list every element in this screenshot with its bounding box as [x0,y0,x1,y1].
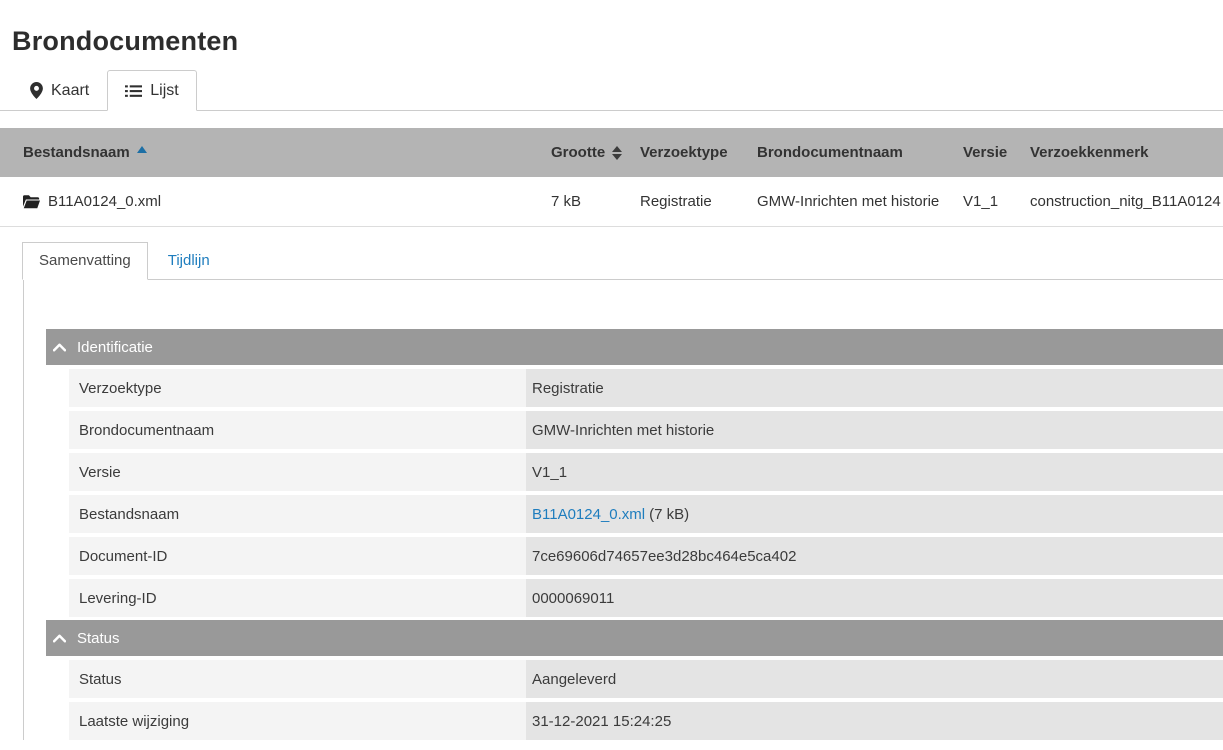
file-link[interactable]: B11A0124_0.xml [532,506,645,523]
tab-samenvatting[interactable]: Samenvatting [22,242,148,280]
cell-bestandsnaam: B11A0124_0.xml [23,193,551,210]
identificatie-rows: Verzoektype Registratie Brondocumentnaam… [69,369,1223,617]
tab-kaart[interactable]: Kaart [12,70,107,110]
chevron-up-icon [53,634,66,643]
detail-row-versie: Versie V1_1 [69,453,1223,491]
list-icon [125,84,142,98]
row-label: Brondocumentnaam [69,411,526,449]
chevron-up-icon [53,343,66,352]
detail-panel: Samenvatting Tijdlijn Identificatie Verz… [23,243,1223,740]
column-label: Bestandsnaam [23,144,130,161]
row-label: Bestandsnaam [69,495,526,533]
row-value: Aangeleverd [526,660,1223,698]
detail-row-laatste-wijziging: Laatste wijziging 31-12-2021 15:24:25 [69,702,1223,740]
section-title: Status [77,630,120,647]
column-header-bestandsnaam[interactable]: Bestandsnaam [23,144,551,161]
cell-text: B11A0124_0.xml [48,193,161,210]
row-label: Status [69,660,526,698]
column-label: Verzoektype [640,144,728,161]
row-label: Verzoektype [69,369,526,407]
column-label: Versie [963,144,1007,161]
column-label: Brondocumentnaam [757,144,903,161]
row-value: 7ce69606d74657ee3d28bc464e5ca402 [526,537,1223,575]
tab-lijst[interactable]: Lijst [107,70,196,111]
status-rows: Status Aangeleverd Laatste wijziging 31-… [69,660,1223,740]
section-header-status[interactable]: Status [46,620,1223,656]
section-title: Identificatie [77,339,153,356]
app-root: Brondocumenten Kaart Lijst Bestandsnaam [0,24,1223,750]
documents-table-header: Bestandsnaam Grootte Verzoektype Brondoc… [0,128,1223,177]
column-header-brondocumentnaam[interactable]: Brondocumentnaam [757,144,963,161]
row-value: Registratie [526,369,1223,407]
row-value: GMW-Inrichten met historie [526,411,1223,449]
document-row[interactable]: B11A0124_0.xml 7 kB Registratie GMW-Inri… [0,177,1223,227]
tab-kaart-label: Kaart [51,80,89,101]
cell-verzoektype: Registratie [640,193,757,210]
detail-tabs: Samenvatting Tijdlijn [23,243,1223,280]
row-label: Document-ID [69,537,526,575]
column-header-grootte[interactable]: Grootte [551,144,640,161]
cell-verzoekkenmerk: construction_nitg_B11A0124 [1030,193,1223,210]
column-header-versie[interactable]: Versie [963,144,1030,161]
row-value: 0000069011 [526,579,1223,617]
detail-row-document-id: Document-ID 7ce69606d74657ee3d28bc464e5c… [69,537,1223,575]
detail-body: Identificatie Verzoektype Registratie Br… [23,280,1223,740]
column-header-verzoektype[interactable]: Verzoektype [640,144,757,161]
tab-tijdlijn[interactable]: Tijdlijn [148,243,230,279]
row-value: 31-12-2021 15:24:25 [526,702,1223,740]
row-value: B11A0124_0.xml (7 kB) [526,495,1223,533]
detail-row-bestandsnaam: Bestandsnaam B11A0124_0.xml (7 kB) [69,495,1223,533]
detail-row-brondocumentnaam: Brondocumentnaam GMW-Inrichten met histo… [69,411,1223,449]
row-label: Versie [69,453,526,491]
detail-row-status: Status Aangeleverd [69,660,1223,698]
documents-table: Bestandsnaam Grootte Verzoektype Brondoc… [0,128,1223,227]
row-value: V1_1 [526,453,1223,491]
cell-versie: V1_1 [963,193,1030,210]
column-label: Verzoekkenmerk [1030,144,1148,161]
file-size-text: (7 kB) [649,506,689,523]
row-label: Levering-ID [69,579,526,617]
column-header-verzoekkenmerk[interactable]: Verzoekkenmerk [1030,144,1223,161]
view-tabs: Kaart Lijst [0,68,1223,111]
detail-row-verzoektype: Verzoektype Registratie [69,369,1223,407]
row-label: Laatste wijziging [69,702,526,740]
tab-lijst-label: Lijst [150,80,178,101]
map-pin-icon [30,82,43,99]
detail-row-levering-id: Levering-ID 0000069011 [69,579,1223,617]
sort-ascending-icon [137,146,147,153]
page-title: Brondocumenten [12,24,1223,58]
sort-icon [612,146,622,160]
folder-icon [23,195,40,209]
section-header-identificatie[interactable]: Identificatie [46,329,1223,365]
cell-brondocumentnaam: GMW-Inrichten met historie [757,193,963,210]
cell-grootte: 7 kB [551,193,640,210]
column-label: Grootte [551,144,605,161]
